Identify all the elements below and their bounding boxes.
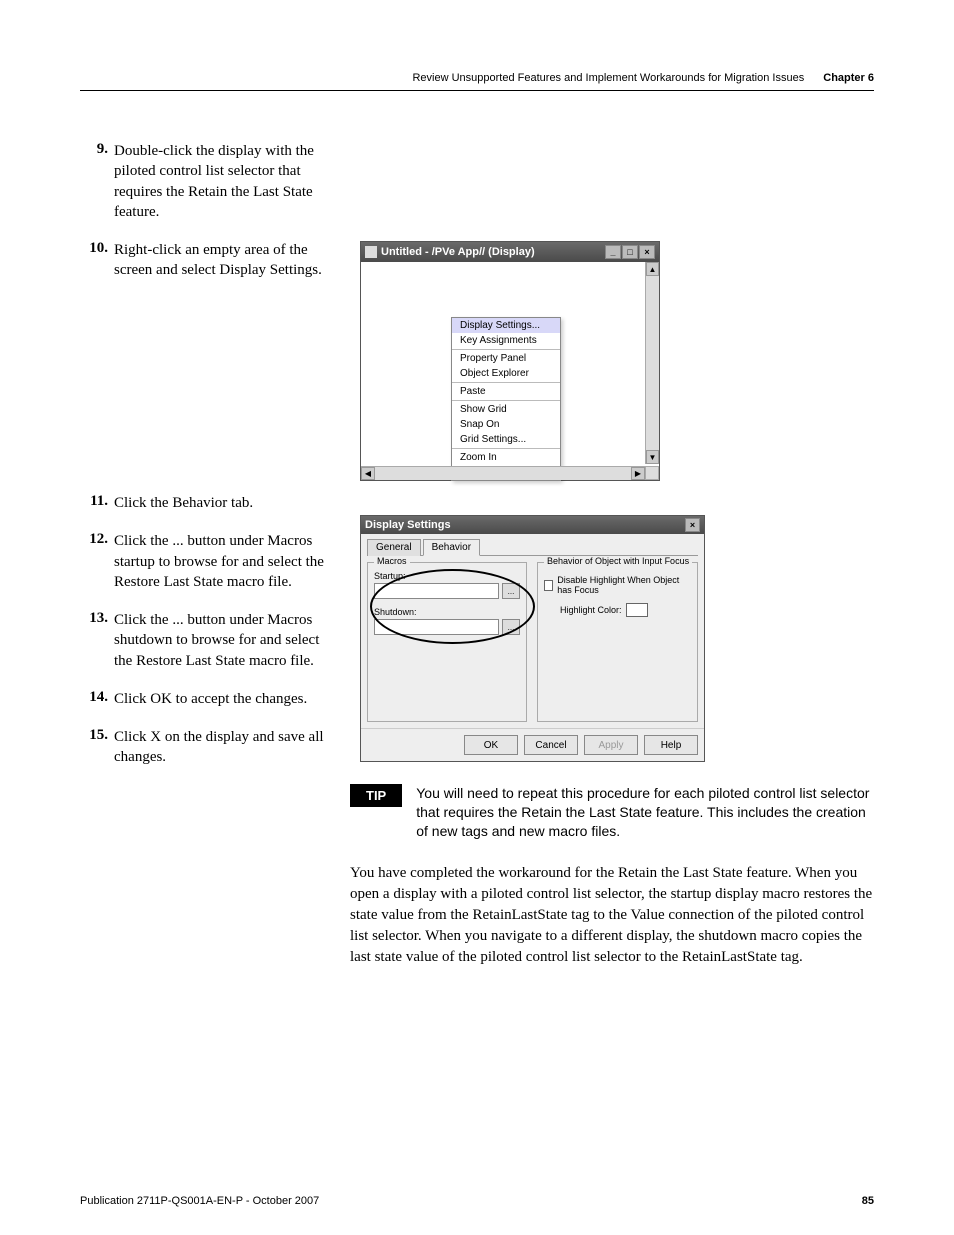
step-number: 14.	[80, 689, 114, 709]
dialog-tabs: General Behavior	[367, 538, 698, 556]
tip-text: You will need to repeat this procedure f…	[416, 784, 874, 841]
context-menu: Display Settings... Key Assignments Prop…	[451, 317, 561, 481]
scroll-down-arrow-icon[interactable]: ▼	[646, 450, 659, 464]
menu-item-grid-settings[interactable]: Grid Settings...	[452, 432, 560, 447]
step-number: 12.	[80, 531, 114, 592]
close-button[interactable]: ×	[639, 245, 655, 259]
step-text: Click the Behavior tab.	[114, 493, 253, 513]
macros-legend: Macros	[374, 556, 410, 566]
scroll-up-arrow-icon[interactable]: ▲	[646, 262, 659, 276]
minimize-button[interactable]: _	[605, 245, 621, 259]
horizontal-scrollbar[interactable]: ◀ ▶	[361, 466, 645, 480]
menu-item-property-panel[interactable]: Property Panel	[452, 351, 560, 366]
menu-item-snap-on[interactable]: Snap On	[452, 417, 560, 432]
step-9: 9. Double-click the display with the pil…	[80, 141, 330, 222]
step-number: 15.	[80, 727, 114, 768]
step-number: 10.	[80, 240, 114, 281]
apply-button: Apply	[584, 735, 638, 755]
dialog-title: Display Settings	[365, 519, 451, 531]
menu-item-display-settings[interactable]: Display Settings...	[452, 318, 560, 333]
step-11: 11. Click the Behavior tab.	[80, 493, 330, 513]
macros-group: Macros Startup: ... Shutdown: ...	[367, 562, 527, 722]
disable-highlight-label: Disable Highlight When Object has Focus	[557, 575, 691, 595]
scroll-right-arrow-icon[interactable]: ▶	[631, 467, 645, 480]
step-13: 13. Click the ... button under Macros sh…	[80, 610, 330, 671]
disable-highlight-checkbox[interactable]	[544, 580, 553, 591]
step-number: 9.	[80, 141, 114, 222]
tab-behavior[interactable]: Behavior	[423, 539, 480, 556]
step-text: Click the ... button under Macros shutdo…	[114, 610, 330, 671]
menu-separator	[452, 448, 560, 449]
step-number: 13.	[80, 610, 114, 671]
tip-badge: TIP	[350, 784, 402, 807]
highlight-color-label: Highlight Color:	[560, 605, 622, 615]
shutdown-input[interactable]	[374, 619, 499, 635]
dialog-button-row: OK Cancel Apply Help	[361, 728, 704, 761]
window-body[interactable]: Display Settings... Key Assignments Prop…	[361, 262, 659, 480]
menu-item-show-grid[interactable]: Show Grid	[452, 402, 560, 417]
menu-separator	[452, 382, 560, 383]
step-10: 10. Right-click an empty area of the scr…	[80, 240, 330, 281]
step-text: Double-click the display with the pilote…	[114, 141, 330, 222]
step-text: Click the ... button under Macros startu…	[114, 531, 330, 592]
page-number: 85	[862, 1195, 874, 1207]
help-button[interactable]: Help	[644, 735, 698, 755]
menu-item-object-explorer[interactable]: Object Explorer	[452, 366, 560, 381]
step-14: 14. Click OK to accept the changes.	[80, 689, 330, 709]
step-12: 12. Click the ... button under Macros st…	[80, 531, 330, 592]
closing-paragraph: You have completed the workaround for th…	[350, 863, 874, 968]
highlight-color-picker[interactable]	[626, 603, 648, 617]
document-icon	[365, 246, 377, 258]
publication-info: Publication 2711P-QS001A-EN-P - October …	[80, 1195, 319, 1207]
menu-item-key-assignments[interactable]: Key Assignments	[452, 333, 560, 348]
scroll-left-arrow-icon[interactable]: ◀	[361, 467, 375, 480]
menu-item-zoom-in[interactable]: Zoom In	[452, 450, 560, 465]
maximize-button[interactable]: □	[622, 245, 638, 259]
step-text: Click OK to accept the changes.	[114, 689, 307, 709]
menu-separator	[452, 400, 560, 401]
page-footer: Publication 2711P-QS001A-EN-P - October …	[80, 1195, 874, 1207]
steps-list-a: 9. Double-click the display with the pil…	[80, 141, 330, 281]
display-window: Untitled - /PVe App// (Display) _ □ × Di…	[360, 241, 660, 481]
menu-item-paste[interactable]: Paste	[452, 384, 560, 399]
shutdown-label: Shutdown:	[374, 607, 520, 617]
cancel-button[interactable]: Cancel	[524, 735, 578, 755]
startup-label: Startup:	[374, 571, 520, 581]
header-breadcrumb: Review Unsupported Features and Implemen…	[412, 72, 804, 84]
dialog-titlebar: Display Settings ×	[361, 516, 704, 534]
dialog-close-button[interactable]: ×	[685, 518, 700, 532]
step-number: 11.	[80, 493, 114, 513]
startup-input[interactable]	[374, 583, 499, 599]
vertical-scrollbar[interactable]: ▲ ▼	[645, 262, 659, 464]
header-chapter: Chapter 6	[823, 72, 874, 84]
resize-grip[interactable]	[645, 466, 659, 480]
focus-legend: Behavior of Object with Input Focus	[544, 556, 692, 566]
step-15: 15. Click X on the display and save all …	[80, 727, 330, 768]
page-header: Review Unsupported Features and Implemen…	[80, 72, 874, 91]
window-title: Untitled - /PVe App// (Display)	[381, 246, 535, 258]
menu-separator	[452, 349, 560, 350]
ok-button[interactable]: OK	[464, 735, 518, 755]
step-text: Click X on the display and save all chan…	[114, 727, 330, 768]
window-titlebar: Untitled - /PVe App// (Display) _ □ ×	[361, 242, 659, 262]
startup-browse-button[interactable]: ...	[502, 583, 520, 599]
tab-general[interactable]: General	[367, 539, 421, 556]
focus-behavior-group: Behavior of Object with Input Focus Disa…	[537, 562, 698, 722]
steps-list-b: 11. Click the Behavior tab. 12. Click th…	[80, 493, 330, 768]
shutdown-browse-button[interactable]: ...	[502, 619, 520, 635]
step-text: Right-click an empty area of the screen …	[114, 240, 330, 281]
display-settings-dialog: Display Settings × General Behavior Macr…	[360, 515, 705, 762]
tip-callout: TIP You will need to repeat this procedu…	[350, 784, 874, 841]
